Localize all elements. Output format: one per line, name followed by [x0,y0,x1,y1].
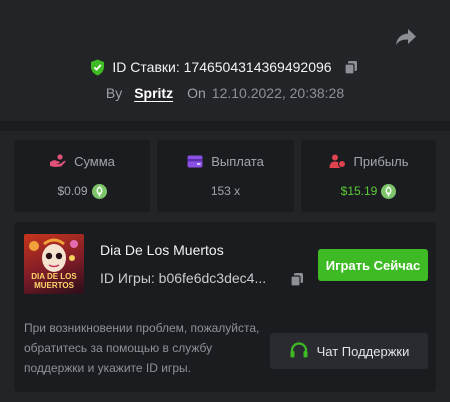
stat-payout-value: 153 x [210,184,241,198]
stat-amount: Сумма $0.09 [14,140,150,212]
username-link[interactable]: Spritz [134,85,173,101]
stat-amount-label: Сумма [74,153,115,169]
copy-bet-id-icon[interactable] [343,59,360,75]
bet-id-row: ID Ставки: 1746504314369492096 [0,56,450,78]
share-icon [396,29,416,45]
section-divider [0,121,450,131]
bet-author-row: By Spritz On 12.10.2022, 20:38:28 [0,83,450,103]
copy-game-id-icon[interactable] [290,271,306,287]
headset-icon [290,342,308,358]
play-now-button[interactable]: Играть Сейчас [318,249,428,281]
stat-payout-label: Выплата [211,153,264,169]
coin-icon [91,183,107,199]
bet-id: ID Ставки: 1746504314369492096 [112,59,332,75]
game-card: DIA DE LOS MUERTOS Dia De Los Muertos ID… [14,222,436,392]
stat-profit-value: $15.19 [340,184,378,198]
bet-date: 12.10.2022, 20:38:28 [211,85,345,101]
stat-amount-value: $0.09 [57,184,88,198]
verified-shield-icon [90,58,106,76]
share-button[interactable] [394,26,418,48]
game-id: ID Игры: b06fe6dc3dec4... [100,270,267,286]
game-thumbnail[interactable]: DIA DE LOS MUERTOS [24,234,84,294]
support-help-text: При возникновении проблем, пожалуйста, о… [24,321,260,375]
support-button-label: Чат Поддержки [316,343,410,359]
by-label: By [105,85,123,101]
on-label: On [187,85,206,101]
coin-icon [381,183,397,199]
support-chat-button[interactable]: Чат Поддержки [270,333,428,369]
game-title: Dia De Los Muertos [100,242,224,258]
wallet-icon [187,155,203,167]
stat-payout: Выплата 153 x [157,140,294,212]
stat-profit: Прибыль $15.19 [301,140,436,212]
hand-coins-icon [50,154,66,167]
game-thumbnail-title: DIA DE LOS MUERTOS [31,272,77,290]
stat-profit-label: Прибыль [353,153,409,169]
profit-icon [329,154,346,168]
